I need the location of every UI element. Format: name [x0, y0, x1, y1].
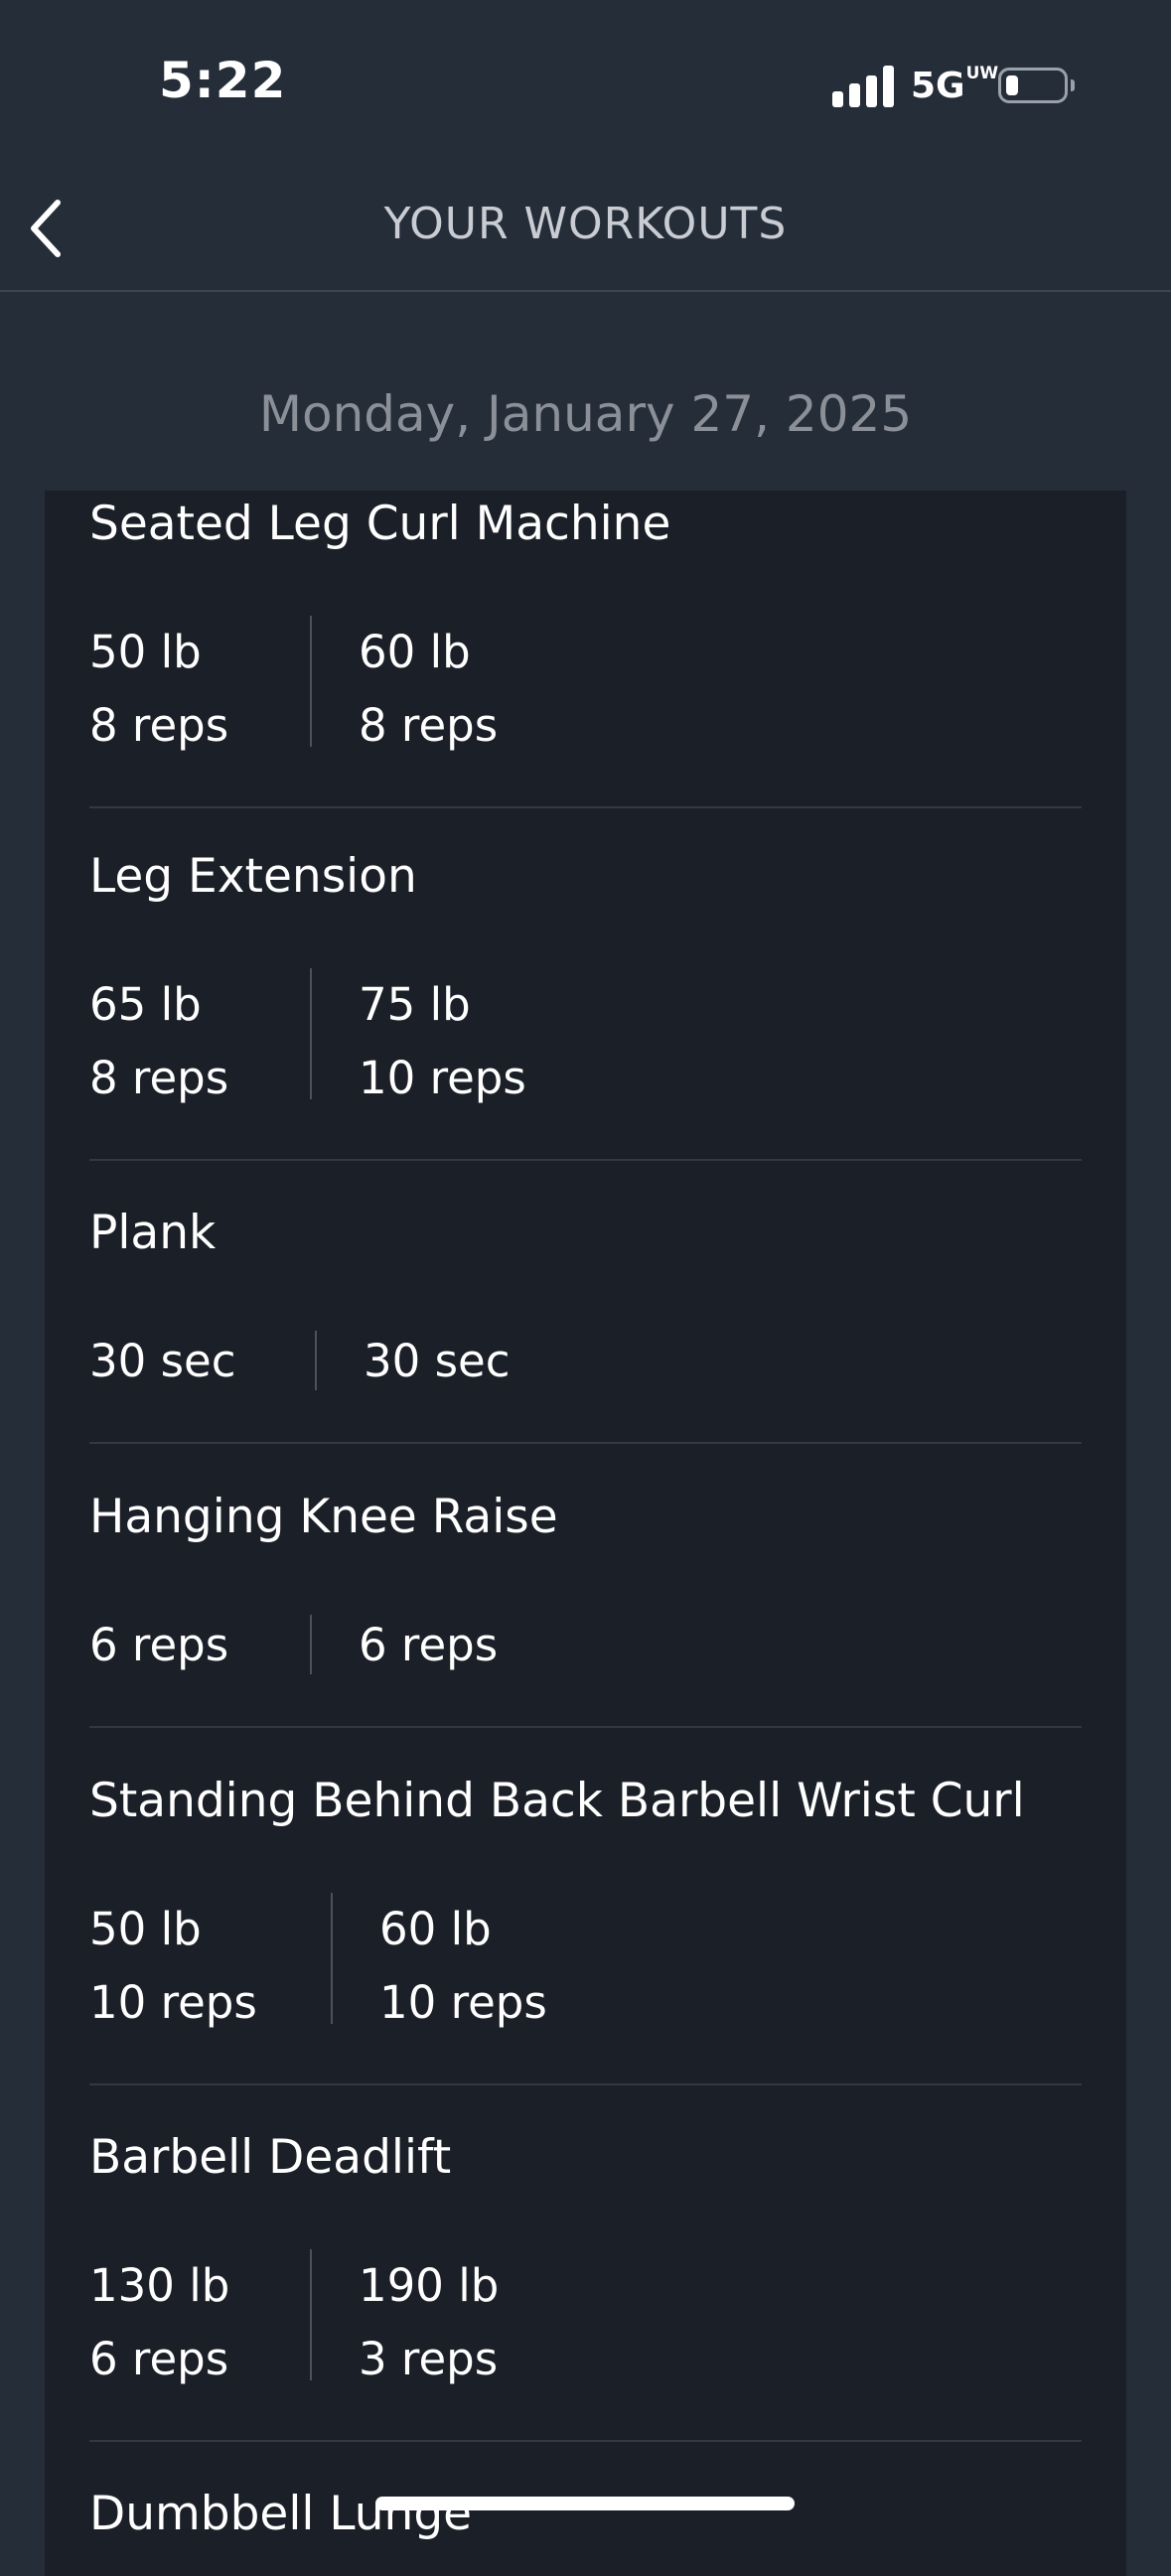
battery-tip	[1071, 79, 1075, 91]
set-reps: 10 reps	[89, 1976, 257, 2029]
set: 30 sec	[89, 1325, 235, 1398]
exercise-name: Dumbbell Lunge	[89, 2487, 473, 2541]
set-divider	[315, 1331, 317, 1390]
set-reps: 8 reps	[359, 699, 499, 752]
set-weight: 60 lb	[359, 626, 471, 678]
set-reps: 8 reps	[89, 1052, 229, 1104]
set-weight: 130 lb	[89, 2259, 230, 2312]
set: 75 lb 10 reps	[359, 968, 526, 1115]
signal-icon	[832, 66, 894, 107]
set-reps: 8 reps	[89, 699, 229, 752]
page-title: YOUR WORKOUTS	[383, 199, 788, 249]
status-bar: 5:22 5GUW	[0, 0, 1171, 159]
set-reps: 6 reps	[89, 1619, 229, 1671]
set-weight: 190 lb	[359, 2259, 500, 2312]
set-reps: 6 reps	[359, 1619, 499, 1671]
set: 190 lb 3 reps	[359, 2249, 499, 2396]
set-duration: 30 sec	[364, 1335, 511, 1387]
network-type: 5G	[911, 66, 965, 106]
exercise-name: Seated Leg Curl Machine	[89, 497, 671, 551]
set-divider	[310, 1615, 312, 1674]
set: 60 lb 10 reps	[379, 1893, 547, 2040]
battery-icon	[998, 68, 1068, 103]
row-divider	[89, 1159, 1082, 1161]
workout-card: Seated Leg Curl Machine 50 lb 8 reps 60 …	[45, 491, 1126, 2576]
set-weight: 65 lb	[89, 978, 202, 1031]
row-divider	[89, 2083, 1082, 2085]
exercise-name: Hanging Knee Raise	[89, 1490, 558, 1544]
set: 65 lb 8 reps	[89, 968, 228, 1115]
set-divider	[310, 2249, 312, 2380]
status-time: 5:22	[159, 52, 287, 109]
set-reps: 6 reps	[89, 2333, 229, 2385]
exercise-name: Standing Behind Back Barbell Wrist Curl	[89, 1774, 1025, 1828]
row-divider	[89, 1442, 1082, 1444]
set: 30 sec	[364, 1325, 510, 1398]
set: 60 lb 8 reps	[359, 616, 498, 763]
network-indicator: 5GUW	[911, 64, 999, 107]
set: 50 lb 10 reps	[89, 1893, 257, 2040]
nav-bar: YOUR WORKOUTS	[0, 159, 1171, 292]
set-reps: 10 reps	[359, 1052, 526, 1104]
set-divider	[310, 616, 312, 747]
set: 6 reps	[359, 1609, 498, 1682]
exercise-name: Plank	[89, 1206, 217, 1260]
home-indicator[interactable]	[375, 2497, 795, 2510]
set: 6 reps	[89, 1609, 228, 1682]
set-divider	[331, 1893, 333, 2024]
exercise-name: Barbell Deadlift	[89, 2130, 452, 2185]
battery-level	[1006, 75, 1018, 95]
row-divider	[89, 2440, 1082, 2442]
set-reps: 10 reps	[379, 1976, 547, 2029]
workout-date: Monday, January 27, 2025	[258, 385, 913, 443]
set-weight: 60 lb	[379, 1903, 492, 1955]
set: 50 lb 8 reps	[89, 616, 228, 763]
row-divider	[89, 806, 1082, 808]
set-weight: 50 lb	[89, 626, 202, 678]
set-weight: 75 lb	[359, 978, 471, 1031]
row-divider	[89, 1726, 1082, 1728]
exercise-name: Leg Extension	[89, 849, 417, 904]
set: 130 lb 6 reps	[89, 2249, 229, 2396]
set-duration: 30 sec	[89, 1335, 236, 1387]
set-divider	[310, 968, 312, 1099]
network-suffix: UW	[965, 64, 999, 83]
set-reps: 3 reps	[359, 2333, 499, 2385]
set-weight: 50 lb	[89, 1903, 202, 1955]
